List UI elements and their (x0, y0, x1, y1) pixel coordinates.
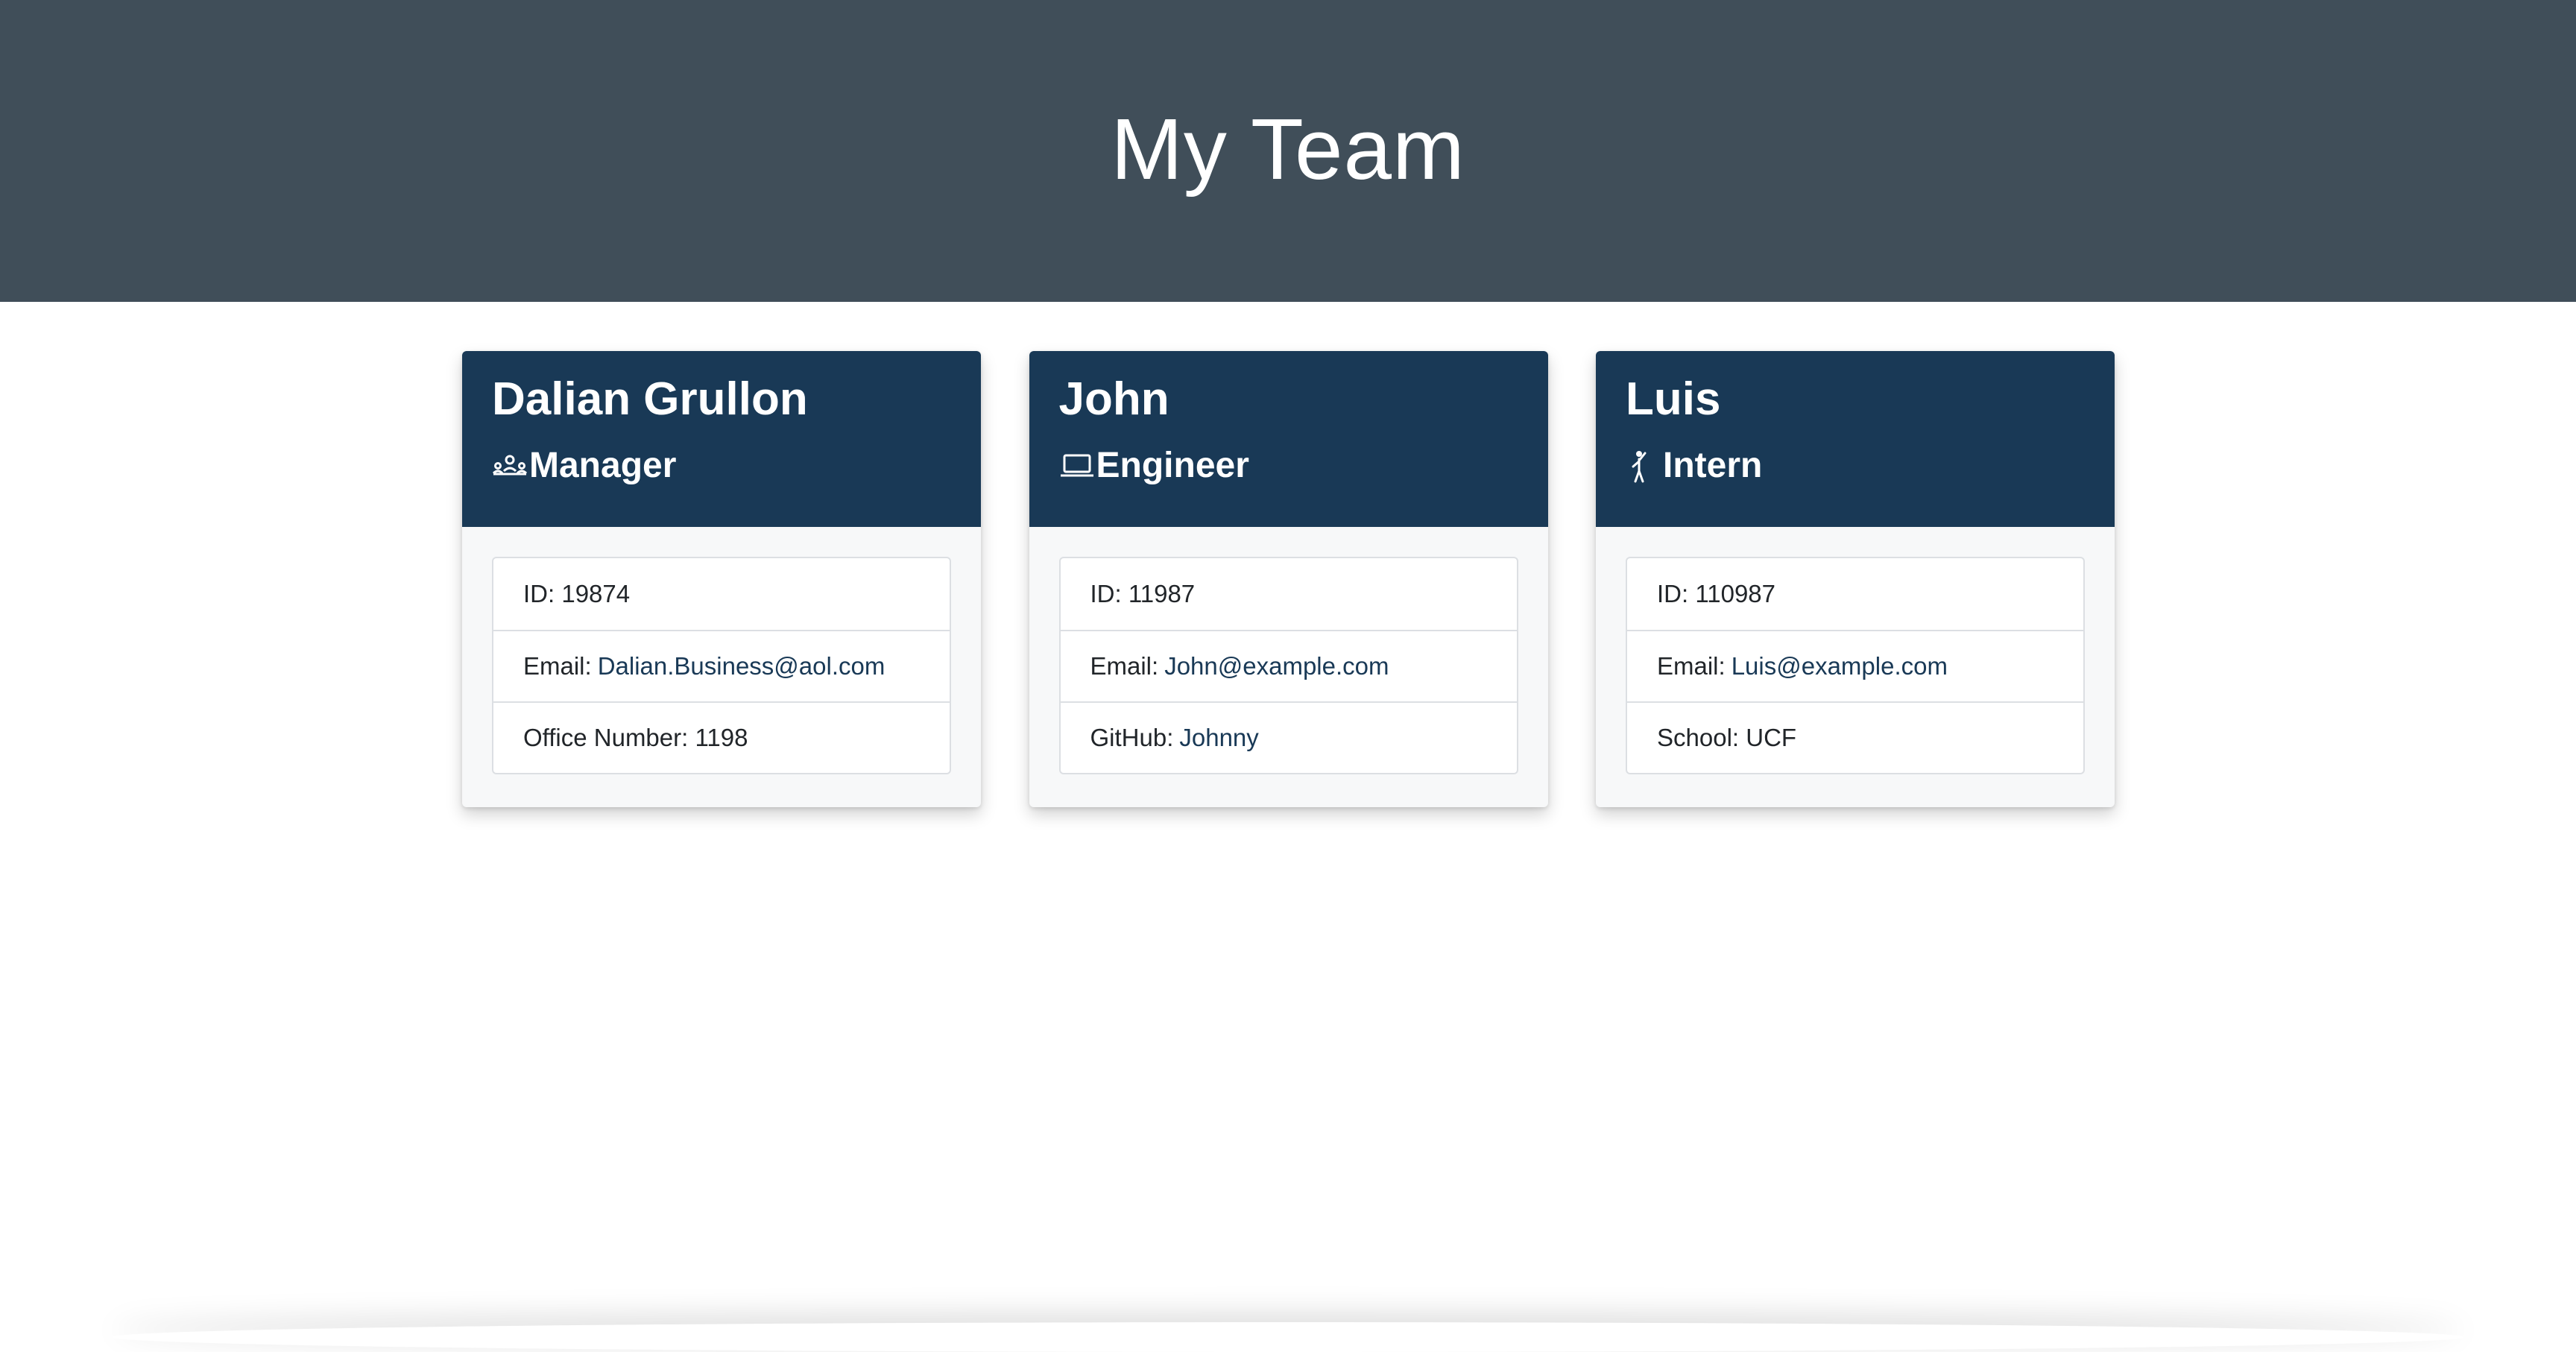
employee-role: Manager (492, 448, 951, 484)
employee-name: Luis (1626, 373, 1721, 425)
github-row: GitHub: Johnny (1060, 701, 1517, 773)
card-body: ID: 11987 Email: John@example.com GitHub… (1029, 527, 1548, 774)
card-header: John Engineer (1029, 351, 1548, 527)
employee-card-intern: Luis Intern ID: 110987 Email: Luis@examp… (1596, 351, 2115, 807)
employee-details-list: ID: 110987 Email: Luis@example.com Schoo… (1626, 557, 2085, 774)
card-body: ID: 110987 Email: Luis@example.com Schoo… (1596, 527, 2115, 774)
card-body: ID: 19874 Email: Dalian.Business@aol.com… (462, 527, 981, 774)
employee-card-manager: Dalian Grullon Manager ID: 19874 Email: … (462, 351, 981, 807)
employee-role-label: Intern (1663, 446, 1763, 485)
people-icon (492, 448, 528, 484)
card-header: Dalian Grullon Manager (462, 351, 981, 527)
email-link[interactable]: Dalian.Business@aol.com (598, 652, 886, 680)
github-label: GitHub: (1090, 724, 1174, 751)
email-label: Email: (523, 652, 592, 680)
person-raising-hand-icon (1626, 448, 1661, 484)
employee-id: ID: 19874 (523, 580, 631, 607)
employee-role: Engineer (1059, 448, 1518, 484)
employee-role-label: Manager (529, 446, 677, 485)
employee-details-list: ID: 11987 Email: John@example.com GitHub… (1058, 557, 1518, 774)
team-cards: Dalian Grullon Manager ID: 19874 Email: … (462, 351, 2115, 807)
page-title: My Team (1111, 100, 1465, 198)
employee-details-list: ID: 19874 Email: Dalian.Business@aol.com… (492, 557, 951, 774)
employee-name: Dalian Grullon (492, 373, 808, 425)
page-header: My Team (0, 0, 2576, 302)
employee-email-row: Email: Luis@example.com (1627, 630, 2083, 701)
employee-email-row: Email: Dalian.Business@aol.com (493, 630, 950, 701)
laptop-icon (1059, 448, 1095, 484)
card-header: Luis Intern (1596, 351, 2115, 527)
email-label: Email: (1657, 652, 1726, 680)
employee-email-row: Email: John@example.com (1060, 630, 1517, 701)
email-link[interactable]: Luis@example.com (1731, 652, 1948, 680)
employee-role: Intern (1626, 448, 2085, 484)
employee-id: ID: 11987 (1090, 580, 1196, 607)
bottom-shadow (112, 1322, 2464, 1352)
employee-id: ID: 110987 (1657, 580, 1776, 607)
email-link[interactable]: John@example.com (1164, 652, 1389, 680)
school: School: UCF (1627, 701, 2083, 773)
employee-name: John (1058, 373, 1169, 425)
office-number: Office Number: 1198 (493, 701, 950, 773)
github-link[interactable]: Johnny (1179, 724, 1258, 752)
email-label: Email: (1090, 652, 1159, 680)
employee-card-engineer: John Engineer ID: 11987 Email: John@exam… (1029, 351, 1548, 807)
employee-role-label: Engineer (1096, 446, 1249, 485)
